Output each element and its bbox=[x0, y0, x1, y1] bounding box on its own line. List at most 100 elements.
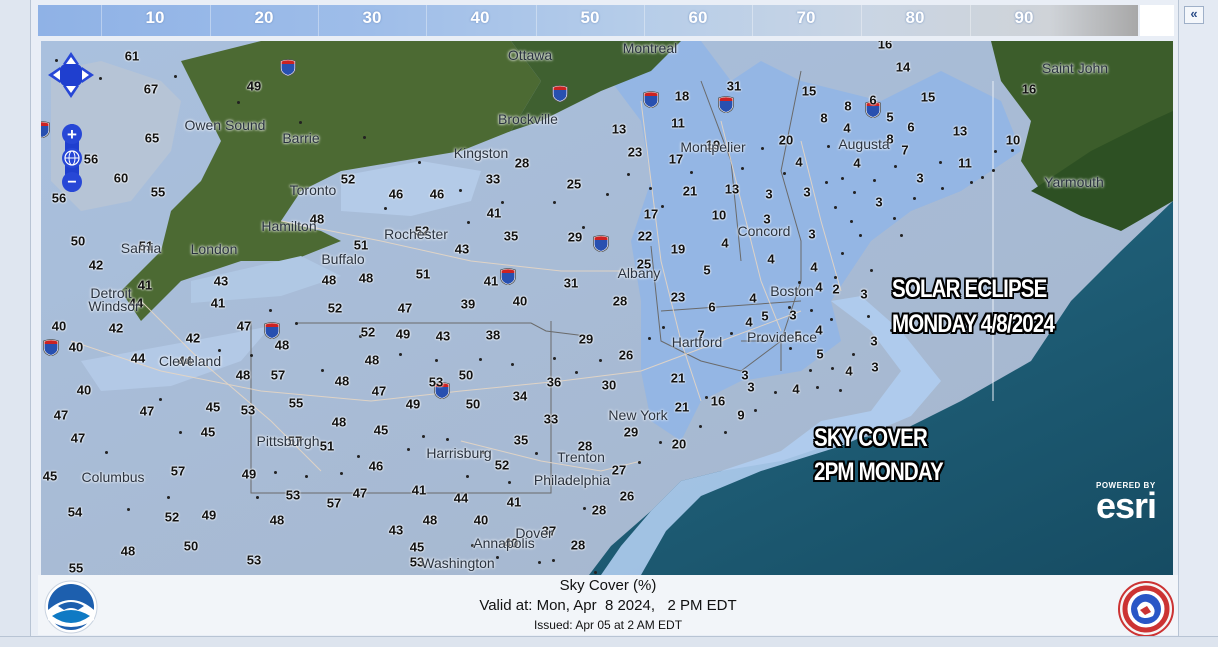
city-label: Toronto bbox=[289, 182, 337, 198]
sky-cover-value: 36 bbox=[546, 374, 562, 390]
map-view[interactable]: 61 67 49 65 56 60 55 56 52 46 46 33 28 25 23 13 48 41 35 29… bbox=[41, 41, 1173, 575]
forecast-point-dot bbox=[218, 349, 221, 352]
sky-cover-value: 26 bbox=[618, 347, 634, 363]
forecast-point-dot bbox=[501, 201, 504, 204]
forecast-point-dot bbox=[627, 173, 630, 176]
sky-cover-value: 40 bbox=[68, 339, 84, 355]
interstate-shield-icon bbox=[643, 91, 659, 108]
sky-cover-value: 21 bbox=[670, 370, 686, 386]
scale-tick-label: 40 bbox=[470, 8, 490, 27]
sky-cover-value: 47 bbox=[236, 318, 252, 334]
sky-cover-value: 56 bbox=[51, 190, 67, 206]
sky-cover-value: 3 bbox=[808, 226, 816, 242]
forecast-point-dot bbox=[789, 347, 792, 350]
city-label: Harrisburg bbox=[426, 445, 492, 461]
esri-logo: POWERED BY esri bbox=[1096, 481, 1157, 526]
sky-cover-value: 3 bbox=[860, 286, 868, 302]
forecast-point-dot bbox=[970, 181, 973, 184]
issued-time: Issued: Apr 05 at 2 AM EDT bbox=[533, 618, 683, 632]
sky-cover-value: 4 bbox=[845, 363, 853, 379]
sky-cover-value: 51 bbox=[415, 266, 431, 282]
sky-cover-value: 47 bbox=[139, 403, 155, 419]
city-label: Columbus bbox=[81, 469, 145, 485]
sky-cover-value: 47 bbox=[70, 430, 86, 446]
sky-cover-value: 45 bbox=[205, 399, 221, 415]
sky-cover-value: 5 bbox=[816, 346, 824, 362]
forecast-point-dot bbox=[873, 179, 876, 182]
sky-cover-value: 3 bbox=[765, 186, 773, 202]
forecast-point-dot bbox=[939, 161, 942, 164]
forecast-point-dot bbox=[661, 205, 664, 208]
sky-cover-value: 28 bbox=[612, 293, 628, 309]
sky-cover-value: 21 bbox=[674, 399, 690, 415]
forecast-point-dot bbox=[508, 481, 511, 484]
right-panel bbox=[1178, 0, 1218, 646]
city-label: Barrie bbox=[282, 130, 320, 146]
forecast-point-dot bbox=[867, 315, 870, 318]
forecast-point-dot bbox=[741, 167, 744, 170]
forecast-point-dot bbox=[384, 207, 387, 210]
city-label: London bbox=[190, 241, 238, 257]
forecast-point-dot bbox=[724, 431, 727, 434]
forecast-point-dot bbox=[981, 176, 984, 179]
city-label: Owen Sound bbox=[184, 117, 266, 133]
sky-cover-value: 48 bbox=[364, 352, 380, 368]
pan-control-icon[interactable] bbox=[48, 52, 94, 98]
double-chevron-left-icon[interactable]: « bbox=[1184, 6, 1204, 24]
sky-cover-value: 52 bbox=[164, 509, 180, 525]
sky-cover-value: 48 bbox=[274, 337, 290, 353]
sky-cover-value: 50 bbox=[458, 367, 474, 383]
interstate-shield-icon bbox=[41, 121, 50, 138]
sky-cover-value: 7 bbox=[901, 142, 909, 158]
scale-tick-label: 20 bbox=[254, 8, 274, 27]
forecast-point-dot bbox=[859, 234, 862, 237]
forecast-point-dot bbox=[553, 357, 556, 360]
forecast-point-dot bbox=[295, 322, 298, 325]
forecast-point-dot bbox=[466, 475, 469, 478]
city-label: Kingston bbox=[453, 145, 509, 161]
forecast-point-dot bbox=[582, 226, 585, 229]
sky-cover-value: 5 bbox=[761, 308, 769, 324]
sky-cover-value: 10 bbox=[1005, 132, 1021, 148]
forecast-point-dot bbox=[399, 353, 402, 356]
product-title: Sky Cover (%) bbox=[559, 577, 657, 594]
sky-cover-value: 4 bbox=[749, 290, 757, 306]
forecast-point-dot bbox=[511, 363, 514, 366]
forecast-point-dot bbox=[705, 396, 708, 399]
sky-cover-value: 6 bbox=[708, 299, 716, 315]
esri-brand: esri bbox=[1096, 485, 1157, 526]
sky-cover-value: 6 bbox=[869, 92, 877, 108]
sky-cover-value: 48 bbox=[321, 272, 337, 288]
zoom-control[interactable]: + − bbox=[60, 124, 84, 192]
forecast-point-dot bbox=[662, 326, 665, 329]
interstate-shield-icon bbox=[552, 85, 568, 102]
sky-cover-value: 47 bbox=[371, 383, 387, 399]
city-label: Augusta bbox=[838, 136, 890, 152]
sky-cover-value: 34 bbox=[512, 388, 528, 404]
nws-logo-icon bbox=[1118, 581, 1174, 637]
sky-cover-value: 47 bbox=[352, 485, 368, 501]
forecast-point-dot bbox=[256, 496, 259, 499]
sky-cover-value: 10 bbox=[711, 207, 727, 223]
city-label: Sarnia bbox=[120, 240, 162, 256]
forecast-point-dot bbox=[422, 435, 425, 438]
sky-cover-value: 56 bbox=[83, 151, 99, 167]
sky-cover-value: 4 bbox=[810, 259, 818, 275]
skycover-time: 2PM MONDAY bbox=[814, 458, 944, 486]
sky-cover-value: 19 bbox=[670, 241, 686, 257]
interstate-shield-icon bbox=[593, 235, 609, 252]
forecast-point-dot bbox=[105, 451, 108, 454]
sky-cover-value: 50 bbox=[465, 396, 481, 412]
sky-cover-value: 16 bbox=[710, 393, 726, 409]
city-label: Pittsburgh bbox=[256, 433, 320, 449]
sky-cover-value: 57 bbox=[270, 367, 286, 383]
forecast-point-dot bbox=[340, 472, 343, 475]
sky-cover-value: 28 bbox=[514, 155, 530, 171]
sky-cover-value: 31 bbox=[563, 275, 579, 291]
forecast-point-dot bbox=[407, 448, 410, 451]
sky-cover-value: 29 bbox=[623, 424, 639, 440]
sky-cover-value: 43 bbox=[435, 328, 451, 344]
sky-cover-value: 42 bbox=[88, 257, 104, 273]
sky-cover-value: 46 bbox=[388, 186, 404, 202]
sky-cover-value: 43 bbox=[213, 273, 229, 289]
